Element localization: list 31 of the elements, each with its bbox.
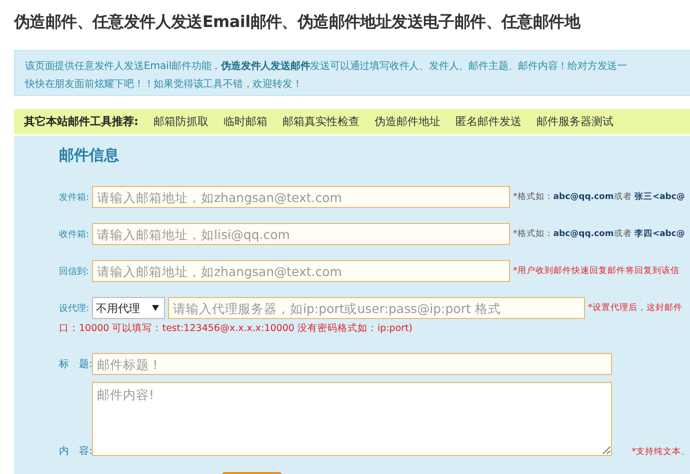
field-hint: *支持纯文本、 [632, 446, 690, 458]
caret-icon [152, 305, 159, 311]
tool-link[interactable]: 临时邮箱 [223, 114, 268, 129]
field-label: 回信到: [59, 266, 90, 278]
field-label: 收件箱: [59, 228, 90, 240]
tool-link[interactable]: 邮箱防抓取 [153, 114, 208, 129]
input-field[interactable]: 请输入邮箱地址，如zhangsan@text.com [92, 186, 510, 208]
tool-link[interactable]: 伪造邮件地址 [374, 114, 440, 129]
field-label: 设代理: [59, 302, 90, 314]
proxy-note: 口：10000 可以填写：test:123456@x.x.x.x:10000 没有密码格式如：ip:port) [59, 322, 414, 336]
field-label: 标 题: [59, 358, 92, 371]
content-textarea[interactable]: 邮件内容! [92, 382, 612, 456]
input-field[interactable]: 请输入邮箱地址，如lisi@qq.com [92, 223, 510, 245]
field-hint: *设置代理后，这封邮件 [588, 302, 682, 314]
input-field[interactable]: 请输入邮箱地址，如zhangsan@text.com [92, 260, 510, 282]
page-title: 伪造邮件、任意发件人发送Email邮件、伪造邮件地址发送电子邮件、任意邮件地 [12, 11, 582, 33]
tools-label: 其它本站邮件工具推荐: [24, 114, 138, 129]
tool-link[interactable]: 匿名邮件发送 [455, 114, 522, 129]
intro-text: 快快在朋友面前炫耀下吧！！如果觉得该工具不错，欢迎转发！ [25, 78, 304, 92]
tool-link[interactable]: 邮件服务器测试 [536, 114, 614, 129]
intro-text: 该页面提供任意发件人发送Email邮件功能，伪造发件人发送邮件发送可以通过填写收件人、发件人、邮件主题、邮件内容！给对方发送一 [25, 60, 628, 74]
proxy-input[interactable]: 请输入代理服务器，如ip:port或user:pass@ip:port 格式 [168, 297, 585, 319]
field-label: 发件箱: [59, 192, 90, 204]
form-heading: 邮件信息 [59, 145, 120, 166]
tool-link[interactable]: 邮箱真实性检查 [282, 114, 360, 129]
field-hint: *用户收到邮件快速回复邮件将回复到该信 [513, 265, 680, 277]
field-hint: *格式如：abc@qq.com或者 张三<abc@ [513, 191, 685, 203]
field-label: 内 容: [59, 444, 92, 458]
subject-input[interactable]: 邮件标题！ [92, 353, 612, 375]
proxy-select[interactable]: 不用代理 [92, 297, 165, 319]
field-hint: *格式如：abc@qq.com或者 李四<abc@ [513, 228, 685, 240]
